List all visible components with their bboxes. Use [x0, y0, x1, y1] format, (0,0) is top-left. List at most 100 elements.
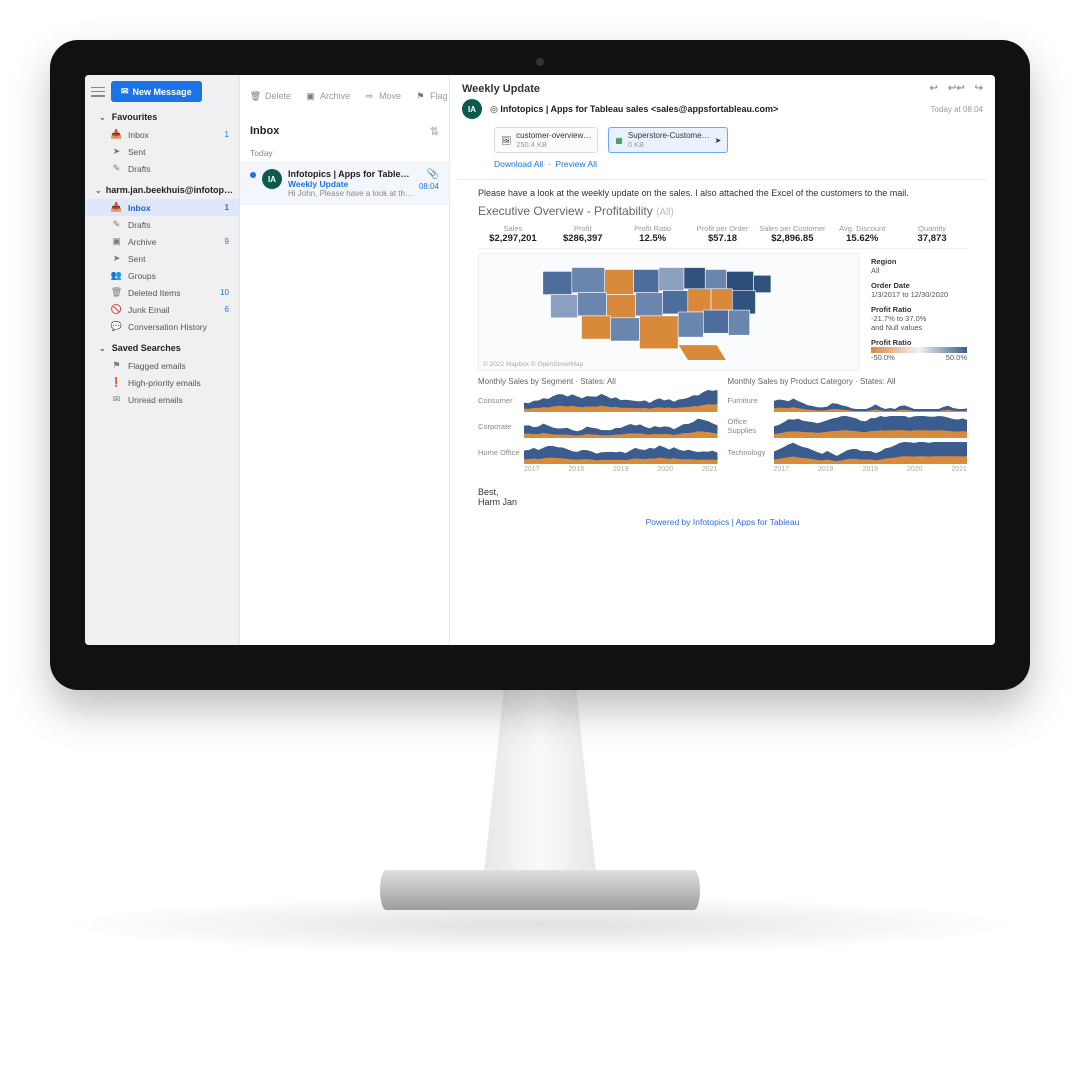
chart-left-title: Monthly Sales by Segment · States: All [478, 377, 718, 386]
reply-all-icon[interactable]: ↩↩ [948, 83, 965, 95]
footer-link[interactable]: Powered by Infotopics | Apps for Tableau [478, 507, 967, 529]
compose-icon: ✉ [121, 86, 129, 97]
kpi-profit-ratio: Profit Ratio12.5% [618, 224, 688, 244]
sidebar-item-unread-emails[interactable]: ✉Unread emails [85, 391, 239, 408]
date-group: Today [240, 144, 449, 162]
avatar: IA [462, 99, 482, 119]
body-intro: Please have a look at the weekly update … [478, 188, 967, 198]
chevron-down-icon: ⌄ [95, 186, 102, 195]
folder-icon: ▣ [111, 236, 122, 247]
folder-icon: 📥 [111, 202, 122, 213]
new-message-label: New Message [133, 87, 192, 97]
from-line: Infotopics | Apps for Tableau sales <sal… [500, 104, 778, 114]
sidebar-item-flagged-emails[interactable]: ⚑Flagged emails [85, 357, 239, 374]
message-item[interactable]: IA Infotopics | Apps for Tableau sales W… [240, 162, 449, 205]
kpi-sales-per-customer: Sales per Customer$2,896.85 [757, 224, 827, 244]
folder-icon: 💬 [111, 321, 122, 332]
sidebar-item-sent[interactable]: ➤Sent [85, 143, 239, 160]
attachment-1[interactable]: 🖼 customer-overview…250,4 KB [494, 127, 598, 153]
trash-icon: 🗑 [250, 91, 261, 102]
sidebar: ✉ New Message ⌄ Favourites 📥Inbox1➤Sent✎… [85, 75, 240, 645]
new-message-button[interactable]: ✉ New Message [111, 81, 202, 102]
kpi-profit-per-order: Profit per Order$57.18 [688, 224, 758, 244]
dashboard-title: Executive Overview - Profitability (All) [478, 204, 967, 218]
mini-chart-corporate: Corporate [478, 414, 718, 438]
folder-icon: ➤ [111, 146, 122, 157]
sidebar-item-drafts[interactable]: ✎Drafts [85, 216, 239, 233]
file-icon: 🖼 [501, 136, 511, 145]
archive-icon: ▣ [305, 91, 316, 102]
message-from: Infotopics | Apps for Tableau sales [288, 169, 413, 179]
message-preview: Hi John, Please have a look at the weekl… [288, 189, 413, 198]
sidebar-item-drafts[interactable]: ✎Drafts [85, 160, 239, 177]
preview-all-link[interactable]: Preview All [555, 159, 597, 169]
mini-chart-consumer: Consumer [478, 388, 718, 412]
kpi-sales: Sales$2,297,201 [478, 224, 548, 244]
toolbar: 🗑Delete ▣Archive ⇨Move ⚑Flag ✉Mark as Re… [240, 75, 449, 117]
chart-right-title: Monthly Sales by Product Category · Stat… [728, 377, 968, 386]
email-body: Please have a look at the weekly update … [458, 179, 987, 537]
sidebar-item-junk-email[interactable]: 🚫Junk Email6 [85, 301, 239, 318]
app-window: ✉ New Message ⌄ Favourites 📥Inbox1➤Sent✎… [85, 75, 995, 645]
attachment-2[interactable]: ▦ Superstore-Custome…0 KB ➤ [608, 127, 728, 153]
unread-dot-icon [250, 172, 256, 178]
sidebar-item-groups[interactable]: 👥Groups [85, 267, 239, 284]
folder-icon: ✎ [111, 163, 122, 174]
timestamp: Today at 08:04 [931, 105, 983, 114]
cursor-icon: ➤ [715, 136, 722, 145]
kpi-quantity: Quantity37,873 [897, 224, 967, 244]
folder-icon: ➤ [111, 253, 122, 264]
message-time: 08:04 [419, 182, 439, 191]
folder-icon: 🚫 [111, 304, 122, 315]
move-icon: ⇨ [364, 91, 375, 102]
folder-icon: 🗑 [111, 287, 122, 298]
sidebar-item-high-priority-emails[interactable]: ❗High-priority emails [85, 374, 239, 391]
kpi-row: Sales$2,297,201Profit$286,397Profit Rati… [478, 224, 967, 249]
folder-icon: ✉ [111, 394, 122, 405]
reading-subject: Weekly Update [462, 83, 540, 95]
monitor-frame: ✉ New Message ⌄ Favourites 📥Inbox1➤Sent✎… [50, 40, 1030, 690]
sidebar-item-sent[interactable]: ➤Sent [85, 250, 239, 267]
excel-icon: ▦ [615, 136, 623, 145]
sidebar-item-inbox[interactable]: 📥Inbox1 [85, 199, 239, 216]
flag-icon: ⚑ [415, 91, 426, 102]
favourites-header[interactable]: ⌄ Favourites [85, 104, 239, 126]
account-header[interactable]: ⌄ harm.jan.beekhuis@infotop… [85, 177, 239, 199]
sidebar-item-inbox[interactable]: 📥Inbox1 [85, 126, 239, 143]
mini-chart-technology: Technology [728, 440, 968, 464]
folder-icon: ✎ [111, 219, 122, 230]
delete-button[interactable]: 🗑Delete [250, 91, 291, 102]
chevron-down-icon: ⌄ [99, 344, 106, 353]
reading-pane: Weekly Update ↩ ↩↩ ↪ IA ◎ Infotopics | A… [450, 75, 995, 645]
folder-icon: ⚑ [111, 360, 122, 371]
reply-icon[interactable]: ↩ [929, 83, 937, 95]
camera-dot [536, 58, 544, 66]
forward-icon[interactable]: ↪ [975, 83, 983, 95]
list-title: Inbox [250, 125, 279, 138]
map-credit: © 2022 Mapbox © OpenStreetMap [483, 361, 583, 368]
profit-map: © 2022 Mapbox © OpenStreetMap [478, 253, 859, 371]
flag-button[interactable]: ⚑Flag [415, 91, 448, 102]
sidebar-item-conversation-history[interactable]: 💬Conversation History [85, 318, 239, 335]
attachment-icon: 📎 [427, 169, 439, 180]
move-button[interactable]: ⇨Move [364, 91, 401, 102]
mini-chart-office-supplies: Office Supplies [728, 414, 968, 438]
chevron-down-icon: ⌄ [99, 113, 106, 122]
legend: RegionAll Order Date1/3/2017 to 12/30/20… [867, 253, 967, 371]
archive-button[interactable]: ▣Archive [305, 91, 350, 102]
folder-icon: ❗ [111, 377, 122, 388]
kpi-avg.-discount: Avg. Discount15.62% [827, 224, 897, 244]
saved-searches-header[interactable]: ⌄ Saved Searches [85, 335, 239, 357]
sidebar-item-archive[interactable]: ▣Archive9 [85, 233, 239, 250]
folder-icon: 📥 [111, 129, 122, 140]
message-list-pane: 🗑Delete ▣Archive ⇨Move ⚑Flag ✉Mark as Re… [240, 75, 450, 645]
sidebar-item-deleted-items[interactable]: 🗑Deleted Items10 [85, 284, 239, 301]
message-subject: Weekly Update [288, 179, 413, 189]
download-all-link[interactable]: Download All [494, 159, 543, 169]
hamburger-icon[interactable] [91, 87, 105, 97]
mini-chart-furniture: Furniture [728, 388, 968, 412]
kpi-profit: Profit$286,397 [548, 224, 618, 244]
filter-icon[interactable]: ⇅ [430, 125, 439, 138]
folder-icon: 👥 [111, 270, 122, 281]
mini-chart-home-office: Home Office [478, 440, 718, 464]
